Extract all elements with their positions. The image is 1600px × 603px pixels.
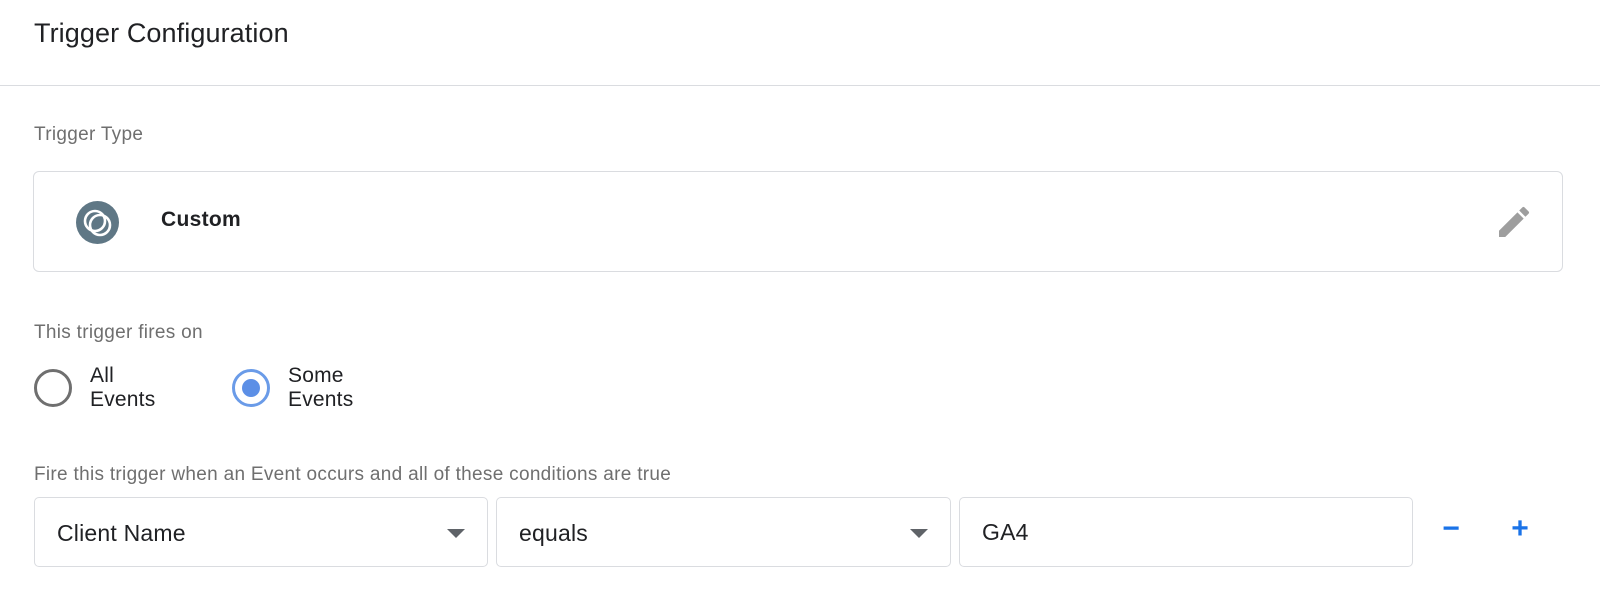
add-condition-button[interactable]: + xyxy=(1502,511,1538,547)
condition-value-field[interactable] xyxy=(959,497,1413,567)
variable-select-value: Client Name xyxy=(57,520,186,546)
pencil-icon xyxy=(1499,206,1530,237)
radio-selected-dot xyxy=(242,379,260,397)
trigger-type-card[interactable]: Custom xyxy=(33,171,1563,272)
custom-trigger-icon xyxy=(76,201,119,244)
conditions-label: Fire this trigger when an Event occurs a… xyxy=(34,464,672,485)
radio-some-events-label: Some Events xyxy=(288,364,354,411)
page-title: Trigger Configuration xyxy=(34,18,289,48)
radio-all-events[interactable]: All Events xyxy=(34,364,155,411)
trigger-type-label: Trigger Type xyxy=(34,124,144,145)
radio-circle-checked[interactable] xyxy=(232,369,270,407)
edit-trigger-type-button[interactable] xyxy=(1494,202,1534,242)
trigger-type-value: Custom xyxy=(161,208,241,231)
chevron-down-icon xyxy=(910,529,928,538)
remove-condition-button[interactable]: − xyxy=(1433,511,1469,547)
fires-on-label: This trigger fires on xyxy=(34,322,203,343)
chevron-down-icon xyxy=(447,529,465,538)
radio-all-events-label: All Events xyxy=(90,364,156,411)
operator-select[interactable]: equals xyxy=(496,497,951,567)
operator-select-value: equals xyxy=(519,520,588,546)
radio-circle-unchecked[interactable] xyxy=(34,369,72,407)
header: Trigger Configuration xyxy=(0,0,1600,86)
condition-value-input[interactable] xyxy=(960,498,1412,566)
variable-select[interactable]: Client Name xyxy=(34,497,488,567)
radio-some-events[interactable]: Some Events xyxy=(232,364,353,411)
